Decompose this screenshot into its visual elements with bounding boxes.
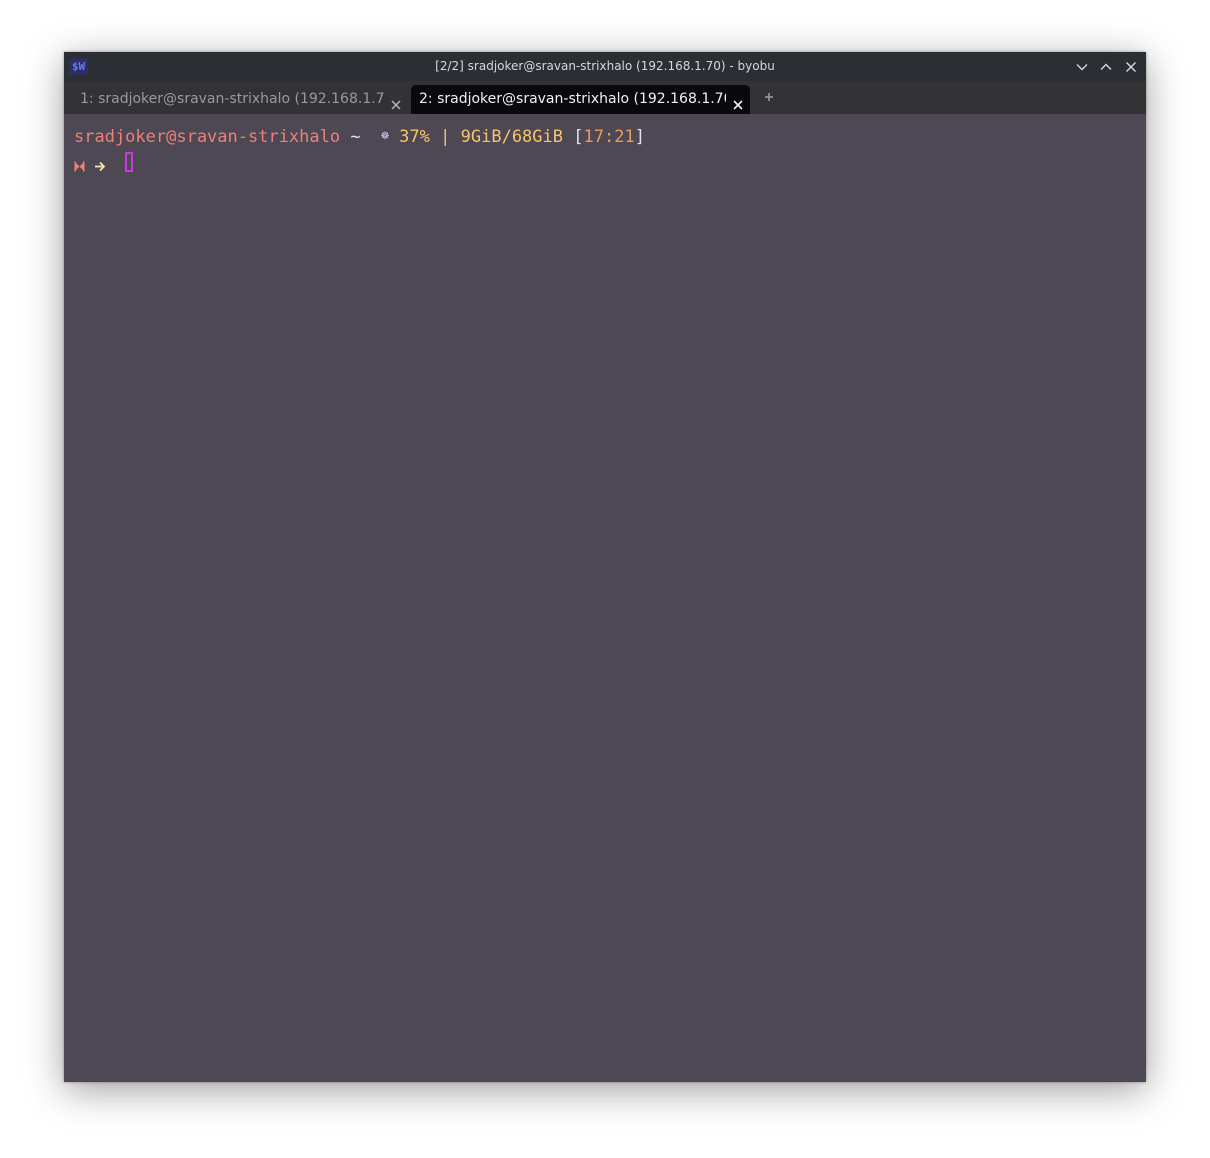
window-title: [2/2] sradjoker@sravan-strixhalo (192.16… — [435, 59, 775, 73]
terminal-area[interactable]: sradjoker@sravan-strixhalo ~ ☸ 37% | 9Gi… — [64, 114, 1146, 1082]
bracket-open: [ — [573, 127, 584, 147]
status-separator: | — [440, 127, 451, 147]
bowtie-icon — [74, 157, 85, 172]
text-cursor — [125, 152, 133, 172]
plus-icon[interactable] — [762, 90, 776, 104]
clock-time: 17:21 — [583, 127, 635, 147]
cpu-icon: ☸ — [381, 129, 389, 144]
tab-bar: 1: sradjoker@sravan-strixhalo (192.168.1… — [64, 81, 1146, 114]
bracket-close: ] — [634, 127, 645, 147]
prompt-user-host: sradjoker@sravan-strixhalo — [74, 127, 341, 147]
prompt-directory: ~ — [350, 127, 361, 147]
tab-close-icon[interactable] — [390, 93, 402, 110]
tab-label: 1: sradjoker@sravan-strixhalo (192.168.1… — [80, 91, 384, 107]
title-bar[interactable]: $W [2/2] sradjoker@sravan-strixhalo (192… — [64, 52, 1146, 81]
input-line[interactable] — [74, 151, 474, 175]
memory-usage: 9GiB/68GiB — [460, 127, 563, 147]
tab-label: 2: sradjoker@sravan-strixhalo (192.168.1… — [419, 91, 726, 107]
minimize-icon[interactable] — [1074, 59, 1090, 75]
cpu-usage: 37% — [399, 127, 430, 147]
arrow-right-icon — [94, 157, 106, 172]
tab-close-icon[interactable] — [732, 93, 744, 110]
tab-session-1[interactable]: 1: sradjoker@sravan-strixhalo (192.168.1… — [72, 85, 408, 114]
close-icon[interactable] — [1123, 59, 1139, 75]
prompt-status-line: sradjoker@sravan-strixhalo ~ ☸ 37% | 9Gi… — [74, 126, 645, 150]
terminal-window: $W [2/2] sradjoker@sravan-strixhalo (192… — [64, 52, 1146, 1082]
maximize-icon[interactable] — [1098, 59, 1114, 75]
tab-session-2[interactable]: 2: sradjoker@sravan-strixhalo (192.168.1… — [411, 85, 750, 114]
